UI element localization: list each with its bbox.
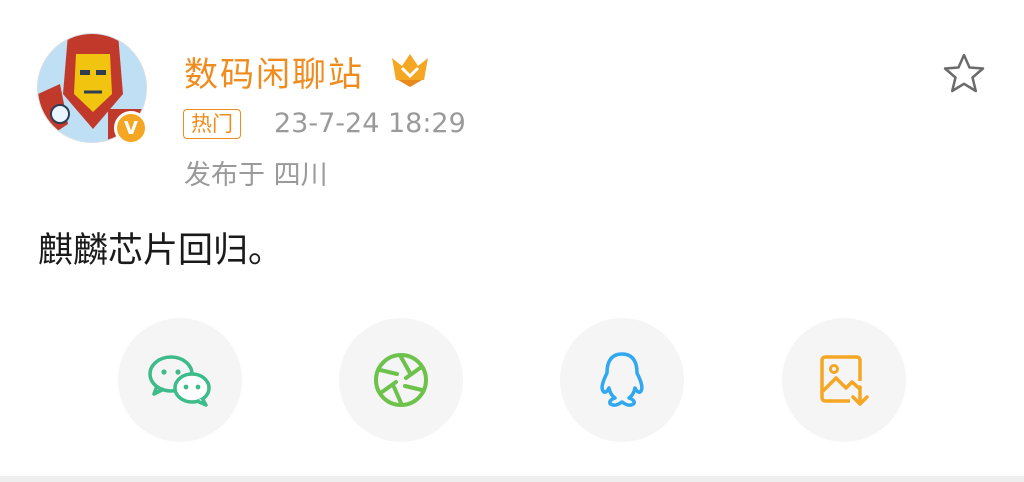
favorite-star-icon[interactable]: [942, 52, 986, 94]
wechat-icon: [148, 355, 211, 407]
post-time: 23-7-24 18:29: [274, 108, 466, 139]
bottom-divider: [0, 476, 1024, 482]
hot-tag: 热门: [183, 109, 241, 139]
save-image-button[interactable]: [782, 318, 906, 442]
moments-icon: [374, 353, 428, 407]
post-content: 麒麟芯片回归。: [38, 231, 284, 271]
share-wechat-button[interactable]: [118, 318, 242, 442]
verified-badge: V: [114, 111, 148, 145]
avatar[interactable]: V: [37, 33, 148, 145]
qq-icon: [600, 352, 644, 407]
username[interactable]: 数码闲聊站: [184, 47, 364, 96]
share-moments-button[interactable]: [339, 318, 463, 442]
save-image-icon: [820, 355, 869, 406]
vip-crown-icon: [392, 54, 428, 87]
post-location: 发布于 四川: [184, 160, 328, 191]
share-qq-button[interactable]: [560, 318, 684, 442]
